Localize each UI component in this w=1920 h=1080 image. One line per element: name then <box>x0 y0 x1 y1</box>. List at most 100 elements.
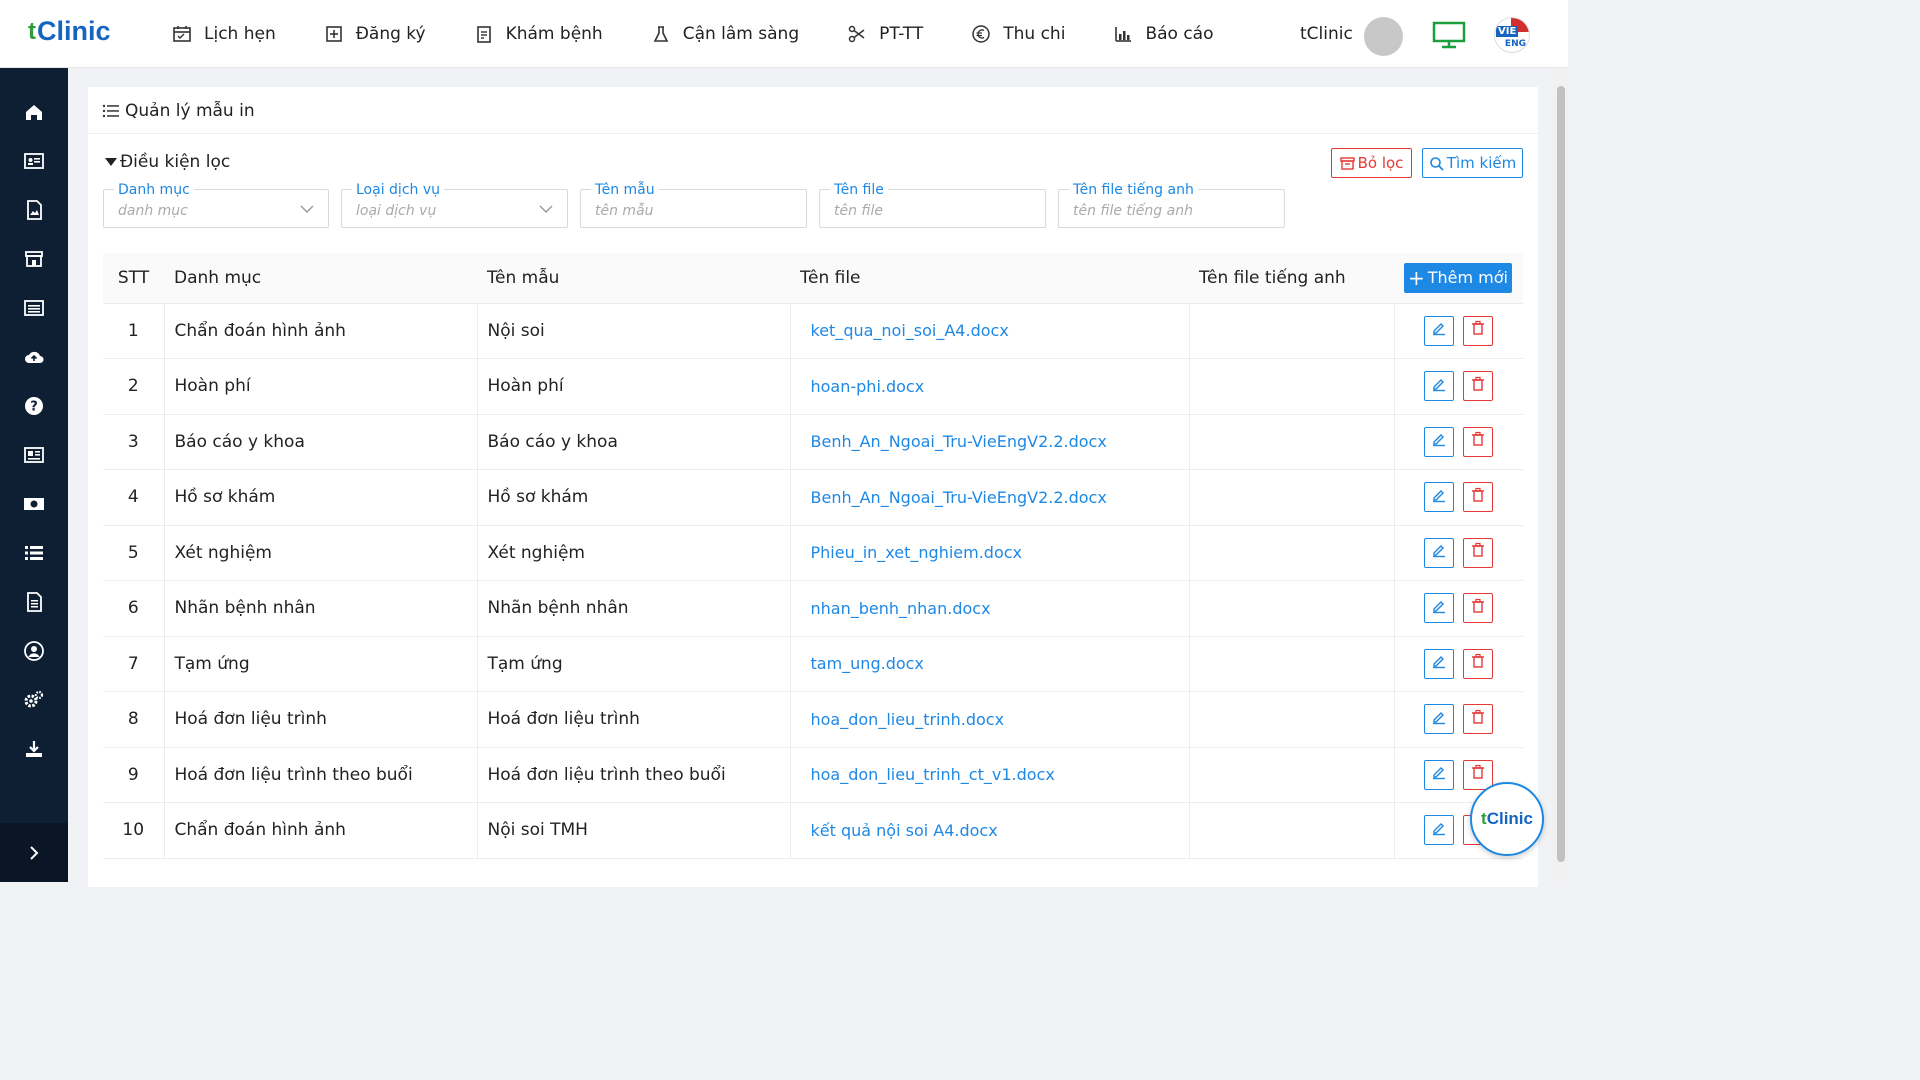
table-row: 10 Chẩn đoán hình ảnh Nội soi TMH kết quả n… <box>103 802 1523 859</box>
trash-icon <box>1470 487 1486 508</box>
nav-item-bao-cao[interactable]: Báo cáo <box>1113 24 1214 44</box>
caret-down-icon <box>105 158 117 166</box>
row-actions <box>1394 358 1523 415</box>
row-file-link[interactable]: kết quả nội soi A4.docx <box>790 802 1190 859</box>
templates-table: STT Danh mục Tên mẫu Tên file Tên file t… <box>103 253 1523 859</box>
edit-icon <box>1431 764 1447 785</box>
newspaper-icon[interactable] <box>0 435 68 475</box>
row-template-name: Hoá đơn liệu trình <box>477 691 791 748</box>
store-icon[interactable] <box>0 239 68 279</box>
row-category: Xét nghiệm <box>164 525 478 581</box>
file-text-icon[interactable] <box>0 582 68 622</box>
category-select[interactable]: Danh mục danh mục <box>103 183 329 228</box>
edit-button[interactable] <box>1423 593 1454 624</box>
user-circle-icon[interactable] <box>0 631 68 671</box>
download-icon[interactable] <box>0 729 68 769</box>
edit-button[interactable] <box>1423 315 1454 346</box>
nav-item-can-lam-sang[interactable]: Cận lâm sàng <box>651 24 799 44</box>
delete-button[interactable] <box>1462 426 1493 457</box>
row-file-link[interactable]: Benh_An_Ngoai_Tru-VieEngV2.2.docx <box>790 414 1190 470</box>
row-file-link[interactable]: nhan_benh_nhan.docx <box>790 580 1190 637</box>
row-file-link[interactable]: Benh_An_Ngoai_Tru-VieEngV2.2.docx <box>790 469 1190 526</box>
delete-button[interactable] <box>1462 371 1493 402</box>
row-file-link[interactable]: hoa_don_lieu_trinh_ct_v1.docx <box>790 747 1190 803</box>
cloud-upload-icon[interactable] <box>0 337 68 377</box>
delete-button[interactable] <box>1462 704 1493 735</box>
svg-text:?: ? <box>30 400 38 415</box>
row-file-link[interactable]: hoa_don_lieu_trinh.docx <box>790 691 1190 748</box>
app-logo[interactable]: t Clinic <box>28 16 111 47</box>
edit-button[interactable] <box>1423 704 1454 735</box>
row-file-en <box>1189 747 1395 803</box>
row-actions <box>1394 303 1523 359</box>
sidebar-expand-button[interactable] <box>0 823 68 882</box>
home-icon[interactable] <box>0 92 68 132</box>
clear-filter-button[interactable]: Bỏ lọc <box>1331 148 1412 178</box>
sidebar: ? <box>0 68 68 882</box>
nav-item-thu-chi[interactable]: Thu chi <box>971 24 1065 44</box>
delete-button[interactable] <box>1462 537 1493 568</box>
main-nav: Lịch hẹn Đăng ký Khám bệnh Cận lâm sàng … <box>172 0 1262 68</box>
plus-square-icon <box>325 26 342 42</box>
language-switcher[interactable]: VIE ENG <box>1494 17 1530 53</box>
user-name[interactable]: tClinic <box>1300 24 1353 44</box>
delete-button[interactable] <box>1462 315 1493 346</box>
table-row: 2 Hoàn phí Hoàn phí hoan-phi.docx <box>103 358 1523 415</box>
row-template-name: Xét nghiệm <box>477 525 791 581</box>
edit-button[interactable] <box>1423 426 1454 457</box>
row-file-link[interactable]: hoan-phi.docx <box>790 358 1190 415</box>
scrollbar[interactable] <box>1554 68 1568 882</box>
document-image-icon[interactable] <box>0 190 68 230</box>
page-title: Quản lý mẫu in <box>102 101 255 121</box>
row-file-en <box>1189 303 1395 359</box>
edit-button[interactable] <box>1423 371 1454 402</box>
help-icon[interactable]: ? <box>0 386 68 426</box>
row-file-link[interactable]: Phieu_in_xet_nghiem.docx <box>790 525 1190 581</box>
table-row: 6 Nhãn bệnh nhân Nhãn bệnh nhân nhan_benh_n… <box>103 580 1523 637</box>
avatar[interactable] <box>1364 17 1403 56</box>
list-icon[interactable] <box>0 533 68 573</box>
edit-icon <box>1431 709 1447 730</box>
english-file-name-input[interactable]: Tên file tiếng anh tên file tiếng anh <box>1058 183 1285 228</box>
template-name-input[interactable]: Tên mẫu tên mẫu <box>580 183 807 228</box>
scrollbar-thumb[interactable] <box>1557 86 1565 862</box>
edit-button[interactable] <box>1423 648 1454 679</box>
row-file-link[interactable]: ket_qua_noi_soi_A4.docx <box>790 303 1190 359</box>
settings-icon[interactable] <box>0 680 68 720</box>
service-type-select[interactable]: Loại dịch vụ loại dịch vụ <box>341 183 568 228</box>
filter-toggle[interactable]: Điều kiện lọc <box>105 152 230 172</box>
flask-icon <box>653 26 668 42</box>
chat-bubble-button[interactable]: t Clinic <box>1470 782 1544 856</box>
add-new-button[interactable]: + Thêm mới <box>1404 262 1512 293</box>
nav-item-dang-ky[interactable]: Đăng ký <box>324 24 426 44</box>
id-card-icon[interactable] <box>0 141 68 181</box>
delete-button[interactable] <box>1462 648 1493 679</box>
trash-icon <box>1470 598 1486 619</box>
delete-button[interactable] <box>1462 482 1493 513</box>
row-file-link[interactable]: tam_ung.docx <box>790 636 1190 692</box>
nav-item-kham-benh[interactable]: Khám bệnh <box>474 24 603 44</box>
delete-button[interactable] <box>1462 593 1493 624</box>
file-name-input[interactable]: Tên file tên file <box>819 183 1046 228</box>
monitor-icon[interactable] <box>1432 21 1466 53</box>
row-template-name: Hoá đơn liệu trình theo buổi <box>477 747 791 803</box>
search-button[interactable]: Tìm kiếm <box>1422 148 1523 178</box>
row-category: Nhãn bệnh nhân <box>164 580 478 637</box>
edit-button[interactable] <box>1423 537 1454 568</box>
row-stt: 9 <box>103 747 165 803</box>
edit-button[interactable] <box>1423 759 1454 790</box>
nav-item-pt-tt[interactable]: PT-TT <box>847 24 923 44</box>
edit-icon <box>1431 376 1447 397</box>
row-actions <box>1394 636 1523 692</box>
money-icon[interactable] <box>0 484 68 524</box>
edit-button[interactable] <box>1423 482 1454 513</box>
trash-icon <box>1470 431 1486 452</box>
row-stt: 10 <box>103 802 165 859</box>
row-template-name: Nội soi TMH <box>477 802 791 859</box>
chevron-down-icon <box>539 205 553 213</box>
trash-icon <box>1470 320 1486 341</box>
delete-button[interactable] <box>1462 759 1493 790</box>
nav-item-lich-hen[interactable]: Lịch hẹn <box>172 24 276 44</box>
list-box-icon[interactable] <box>0 288 68 328</box>
edit-button[interactable] <box>1423 815 1454 846</box>
